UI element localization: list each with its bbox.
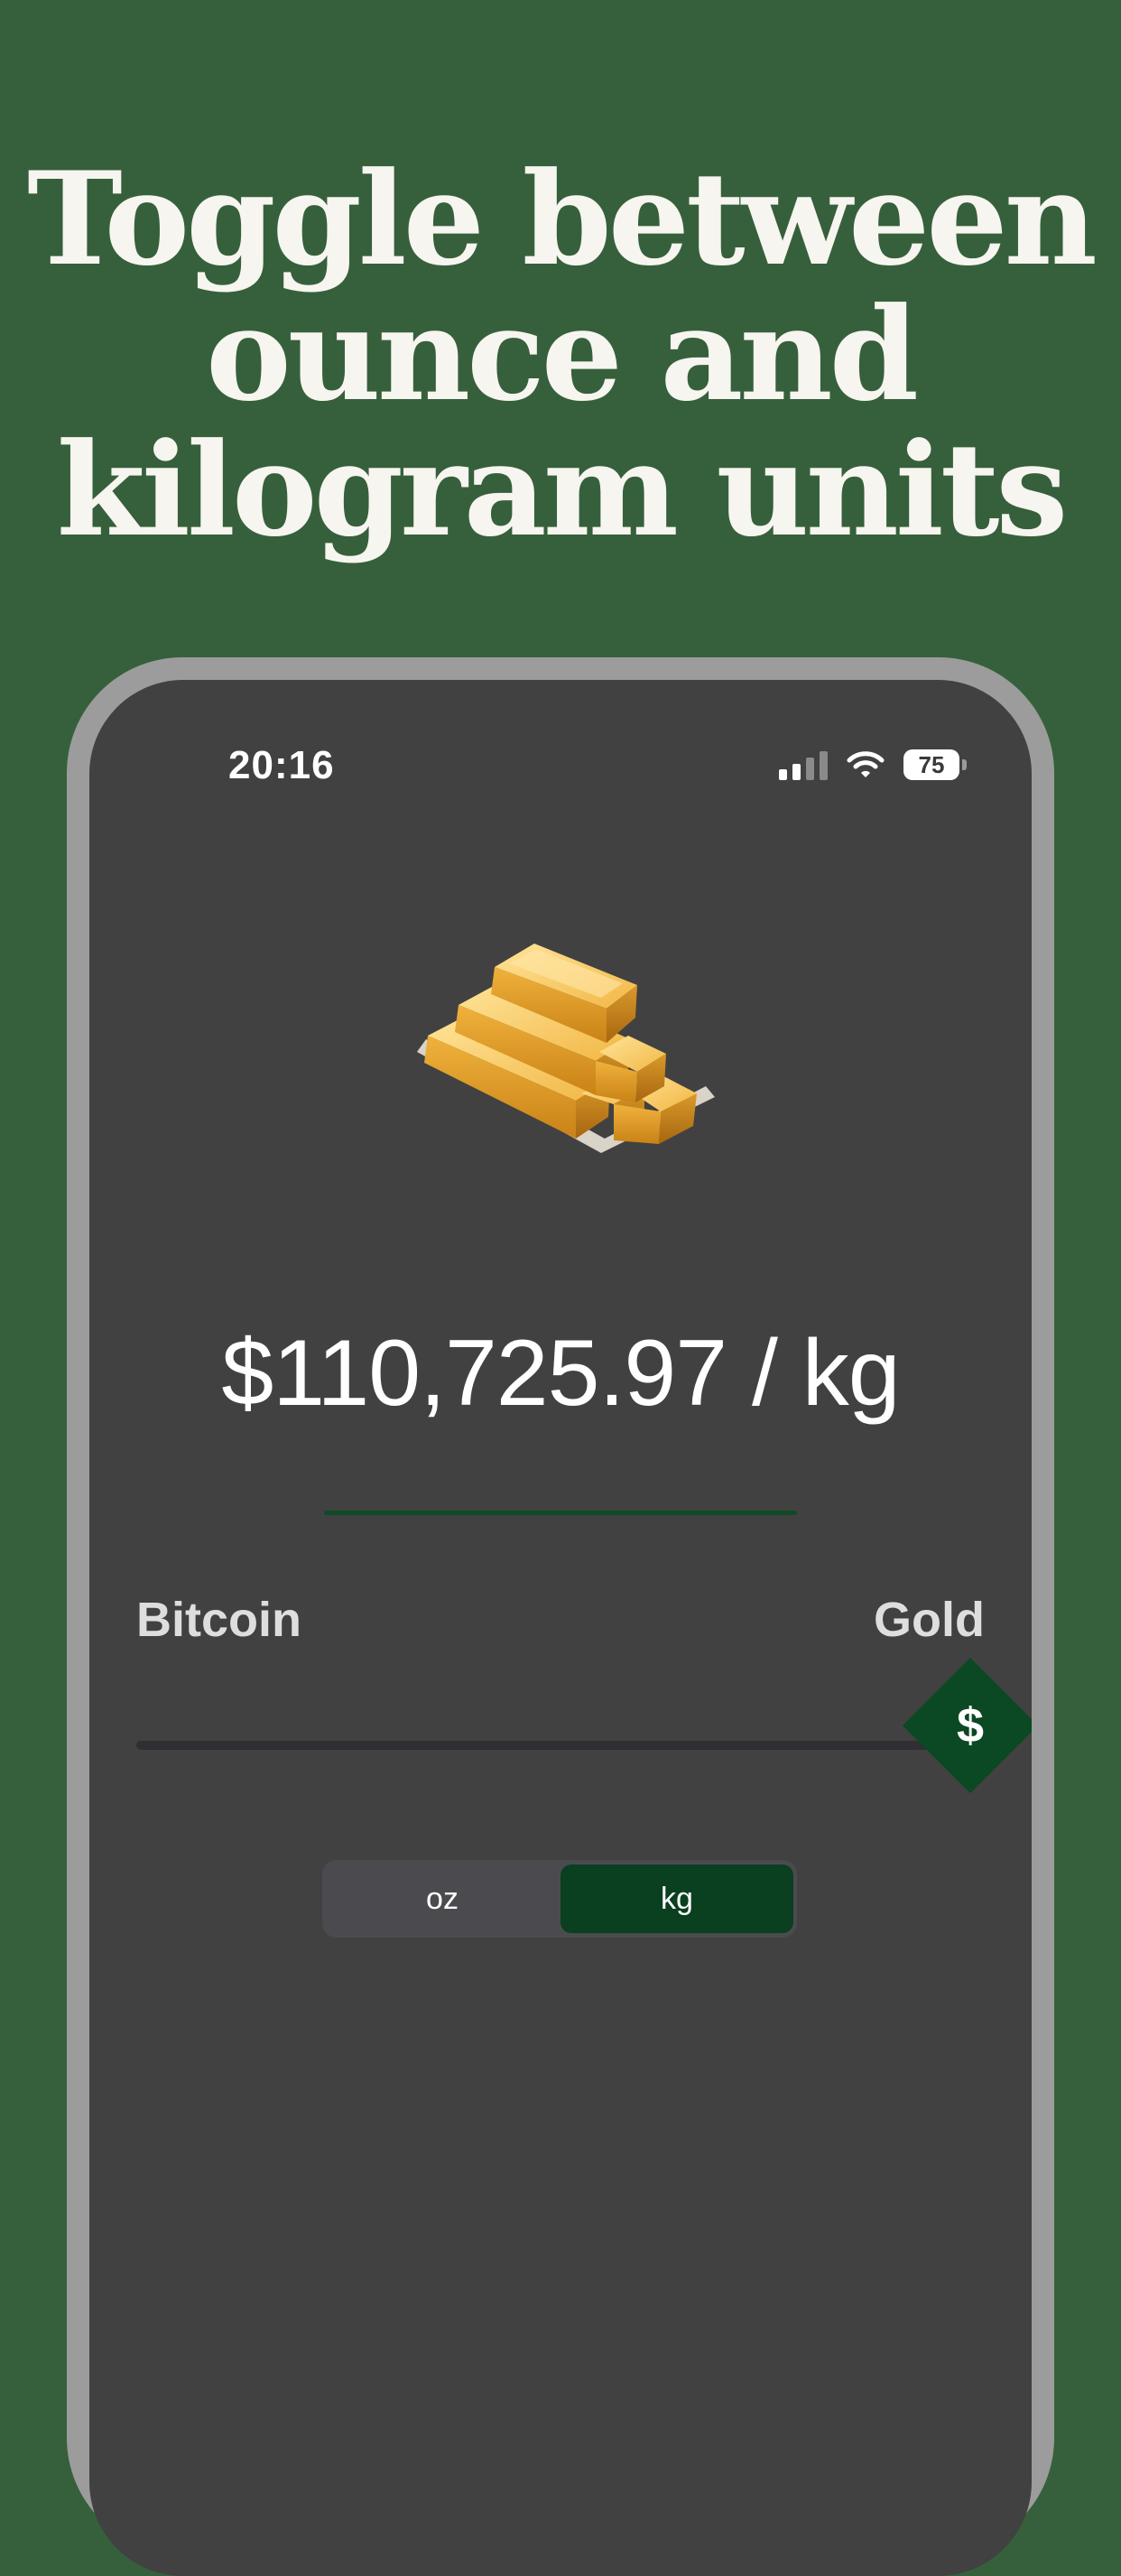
headline-line-3: kilogram units [56,415,1069,565]
unit-option-kg[interactable]: kg [560,1865,793,1933]
unit-option-oz[interactable]: oz [326,1865,559,1933]
headline-line-1: Toggle between [27,144,1098,294]
slider-label-gold: Gold [874,1593,985,1647]
phone-frame: 20:16 75 $110,725.97 / kg Bitcoin Gold $… [67,657,1054,2576]
cellular-signal-icon [779,749,828,780]
status-icons: 75 [779,747,967,783]
price-display: $110,725.97 / kg [221,1321,900,1426]
headline: Toggle between ounce and kilogram units [0,152,1121,558]
battery-level: 75 [918,750,945,778]
dollar-icon[interactable]: $ [922,1678,1018,1773]
unit-toggle[interactable]: oz kg [322,1860,797,1938]
battery-icon: 75 [903,749,967,780]
headline-line-2: ounce and [206,280,919,430]
slider-label-bitcoin: Bitcoin [136,1593,301,1647]
asset-slider-track[interactable] [136,1741,949,1750]
price-divider [324,1511,797,1515]
status-time: 20:16 [228,743,335,787]
gold-bars-icon [417,944,715,1153]
app-screen: 20:16 75 $110,725.97 / kg Bitcoin Gold $… [89,680,1032,2576]
wifi-icon [847,751,885,777]
